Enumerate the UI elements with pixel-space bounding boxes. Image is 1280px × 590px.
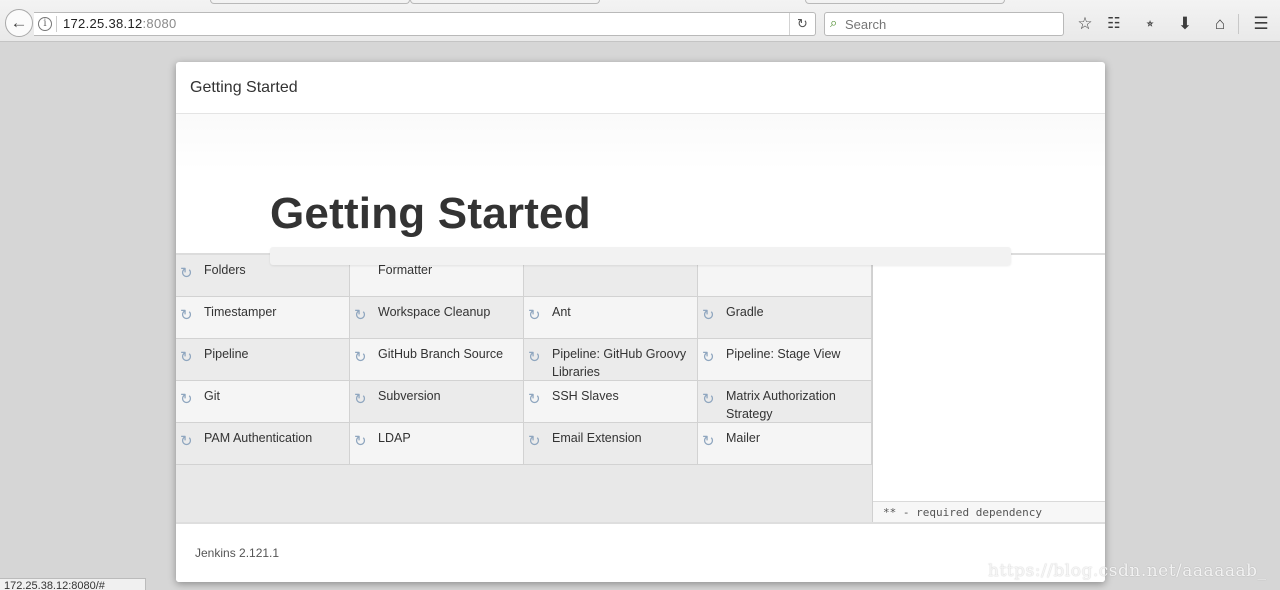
- setup-dialog: Getting Started Getting Started ↻ Folders…: [176, 62, 1105, 582]
- plugin-name: Pipeline: [204, 347, 249, 361]
- plugin-item: ↻ Gradle: [698, 297, 872, 339]
- hero-banner: Getting Started: [176, 114, 1105, 255]
- plugin-name: LDAP: [378, 431, 411, 445]
- status-url-tooltip: 172.25.38.12:8080/#: [0, 578, 146, 590]
- dialog-footer: Jenkins 2.121.1: [176, 522, 1105, 582]
- spinner-icon: ↻: [528, 307, 541, 324]
- plugin-name: Email Extension: [552, 431, 642, 445]
- plugin-name: GitHub Branch Source: [378, 347, 504, 361]
- install-progress-bar: [270, 247, 1011, 265]
- plugin-name: Pipeline: GitHub Groovy Libraries: [552, 347, 687, 379]
- spinner-icon: ↻: [354, 349, 367, 366]
- toolbar-separator: [1238, 14, 1239, 34]
- plugin-name: Pipeline: Stage View: [726, 347, 841, 361]
- plugin-item: ↻ SSH Slaves: [524, 381, 698, 423]
- spinner-icon: ↻: [180, 391, 193, 408]
- spinner-icon: ↻: [354, 433, 367, 450]
- plugin-item: ↻ Ant: [524, 297, 698, 339]
- plugin-name: Mailer: [726, 431, 761, 445]
- plugin-item: ↻ Matrix Authorization Strategy: [698, 381, 872, 423]
- tab-strip: [0, 0, 1280, 5]
- dependency-note: ** - required dependency: [873, 501, 1105, 522]
- plugin-item: ↻ Workspace Cleanup: [350, 297, 524, 339]
- plugin-item: ↻ Mailer: [698, 423, 872, 465]
- plugin-item: ↻ Pipeline: GitHub Groovy Libraries: [524, 339, 698, 381]
- star-icon[interactable]: ☆: [1072, 11, 1098, 37]
- plugin-name: Subversion: [378, 389, 441, 403]
- plugin-item: ↻ LDAP: [350, 423, 524, 465]
- spinner-icon: ↻: [702, 307, 715, 324]
- home-icon[interactable]: ⌂: [1207, 11, 1233, 37]
- spinner-icon: ↻: [528, 433, 541, 450]
- spinner-icon: ↻: [702, 349, 715, 366]
- spinner-icon: ↻: [528, 391, 541, 408]
- search-bar[interactable]: ⌕: [824, 12, 1064, 36]
- plugin-item: ↻ Pipeline: [176, 339, 350, 381]
- reload-icon[interactable]: ↻: [789, 13, 815, 35]
- browser-tab[interactable]: [805, 0, 1005, 4]
- jenkins-version: Jenkins 2.121.1: [195, 546, 280, 560]
- spinner-icon: ↻: [702, 391, 715, 408]
- spinner-icon: ↻: [180, 307, 193, 324]
- plugin-item: ↻ Git: [176, 381, 350, 423]
- info-icon[interactable]: i: [38, 17, 52, 31]
- plugin-name: Ant: [552, 305, 571, 319]
- browser-tab[interactable]: [410, 0, 600, 4]
- spinner-icon: ↻: [702, 433, 715, 450]
- plugin-name: Timestamper: [204, 305, 277, 319]
- plugin-item: ↻ PAM Authentication: [176, 423, 350, 465]
- plugin-name: Git: [204, 389, 220, 403]
- search-icon: ⌕: [830, 15, 838, 30]
- watermark: https://blog.csdn.net/aaaaaab_: [988, 561, 1267, 581]
- browser-tab[interactable]: [210, 0, 410, 4]
- back-arrow-icon[interactable]: ←: [5, 9, 33, 37]
- hamburger-menu-icon[interactable]: ☰: [1248, 11, 1274, 37]
- url-separator: [56, 16, 57, 32]
- reading-list-icon[interactable]: ☷: [1101, 11, 1127, 37]
- download-icon[interactable]: ⬇: [1172, 11, 1198, 37]
- spinner-icon: ↻: [354, 391, 367, 408]
- search-input[interactable]: [845, 15, 1055, 33]
- plugin-item: ↻ Subversion: [350, 381, 524, 423]
- plugin-name: Workspace Cleanup: [378, 305, 491, 319]
- install-log-panel: [873, 255, 1105, 522]
- url-text[interactable]: 172.25.38.12:8080: [63, 16, 177, 31]
- spinner-icon: ↻: [528, 349, 541, 366]
- spinner-icon: ↻: [180, 433, 193, 450]
- plugin-grid: ↻Folders↻OWASP Markup Formatter↻Build Ti…: [176, 255, 873, 522]
- plugin-name: Gradle: [726, 305, 764, 319]
- spinner-icon: ↻: [354, 307, 367, 324]
- plugin-item: ↻ GitHub Branch Source: [350, 339, 524, 381]
- dialog-header: Getting Started: [176, 62, 1105, 114]
- plugin-item: ↻ Pipeline: Stage View: [698, 339, 872, 381]
- plugin-name: SSH Slaves: [552, 389, 619, 403]
- plugin-item: ↻ Timestamper: [176, 297, 350, 339]
- spinner-icon: ↻: [180, 265, 193, 282]
- url-host: 172.25.38.12: [63, 16, 143, 31]
- spinner-icon: ↻: [180, 349, 193, 366]
- dialog-title: Getting Started: [190, 79, 298, 96]
- browser-toolbar: ← i 172.25.38.12:8080 ↻ ⌕ ☆ ☷ ⭒ ⬇ ⌂ ☰: [0, 0, 1280, 42]
- pocket-icon[interactable]: ⭒: [1137, 11, 1163, 37]
- plugin-name: Matrix Authorization Strategy: [726, 389, 836, 421]
- url-bar[interactable]: i 172.25.38.12:8080 ↻: [34, 12, 816, 36]
- url-port: :8080: [142, 16, 177, 31]
- plugin-name: PAM Authentication: [204, 431, 313, 445]
- plugin-item: ↻ Email Extension: [524, 423, 698, 465]
- hero-title: Getting Started: [270, 189, 591, 238]
